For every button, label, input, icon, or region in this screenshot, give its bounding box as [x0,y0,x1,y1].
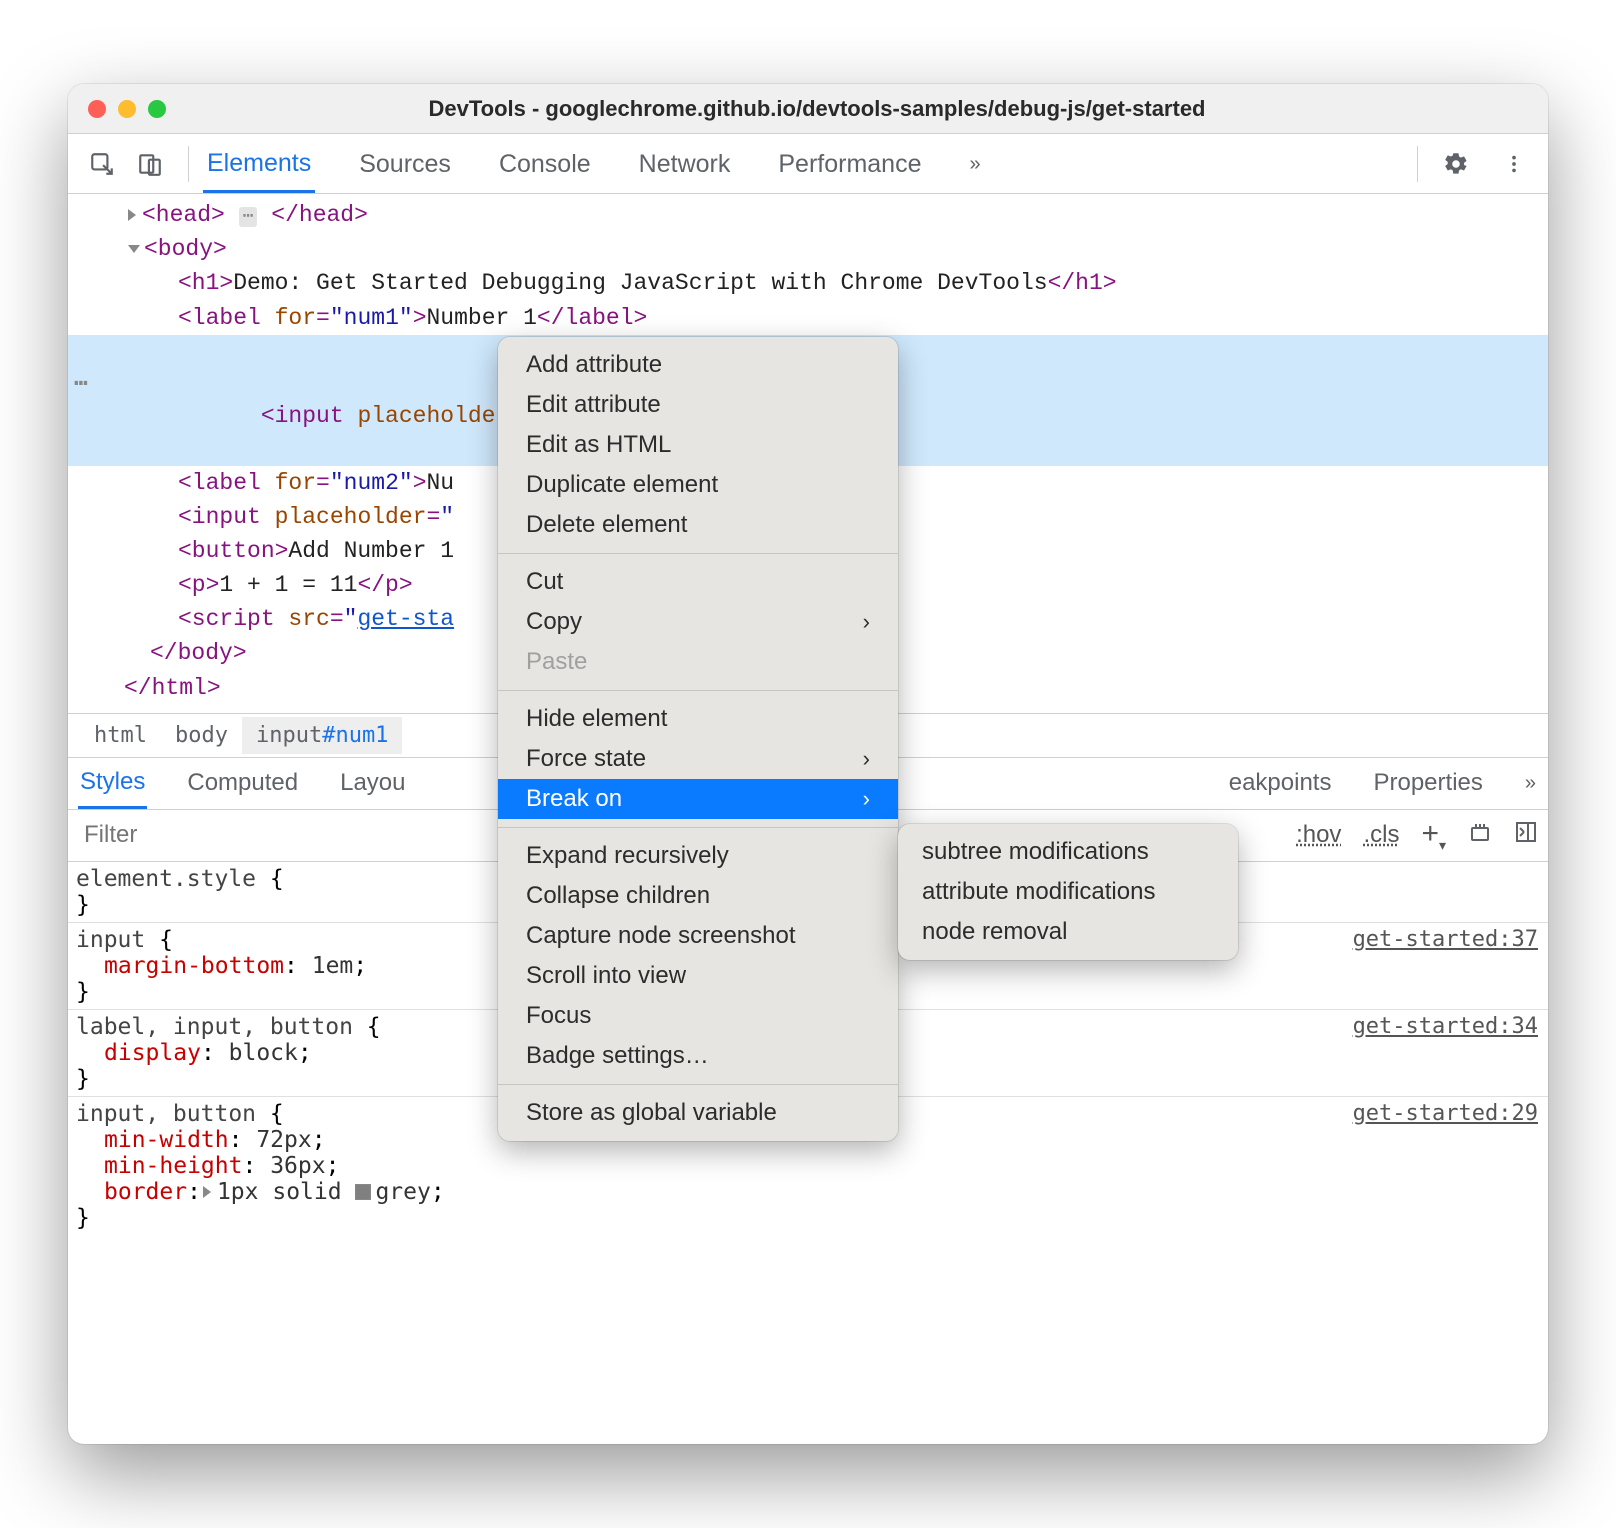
tab-console[interactable]: Console [495,136,595,191]
traffic-lights [88,100,166,118]
crumb-html[interactable]: html [80,717,161,754]
cm-expand-recursively[interactable]: Expand recursively [498,836,898,876]
crumb-body[interactable]: body [161,717,242,754]
tab-elements[interactable]: Elements [203,135,315,193]
cm-separator [498,690,898,691]
cm-collapse-children[interactable]: Collapse children [498,876,898,916]
rule-source-link[interactable]: get-started:37 [1353,927,1538,952]
window-title: DevTools - googlechrome.github.io/devtoo… [166,96,1468,122]
cm-scroll-into-view[interactable]: Scroll into view [498,956,898,996]
chevron-right-icon: › [863,609,870,635]
dom-node-label1[interactable]: <label for="num1">Number 1</label> [68,301,1548,335]
cm-edit-attribute[interactable]: Edit attribute [498,385,898,425]
context-menu: Add attribute Edit attribute Edit as HTM… [498,337,898,1141]
dom-node-h1[interactable]: <h1>Demo: Get Started Debugging JavaScri… [68,266,1548,300]
inspect-element-icon[interactable] [82,144,122,184]
break-on-submenu: subtree modifications attribute modifica… [898,824,1238,960]
cm-copy[interactable]: Copy› [498,602,898,642]
styles-tab-styles[interactable]: Styles [78,758,147,809]
hov-toggle[interactable]: :hov [1296,821,1341,849]
tab-sources[interactable]: Sources [355,136,455,191]
styles-tab-computed[interactable]: Computed [185,759,300,807]
cm-break-on[interactable]: Break on› [498,779,898,819]
more-tabs-icon[interactable]: » [965,139,984,188]
cm-capture-screenshot[interactable]: Capture node screenshot [498,916,898,956]
cm-hide-element[interactable]: Hide element [498,699,898,739]
chevron-right-icon: › [863,746,870,772]
tab-network[interactable]: Network [635,136,735,191]
chevron-right-icon: › [863,786,870,812]
cm-separator [498,827,898,828]
cm-delete-element[interactable]: Delete element [498,505,898,545]
cm-focus[interactable]: Focus [498,996,898,1036]
device-toolbar-icon[interactable] [130,144,170,184]
cm-duplicate-element[interactable]: Duplicate element [498,465,898,505]
styles-tab-breakpoints[interactable]: eakpoints [1227,759,1334,807]
window-close-button[interactable] [88,100,106,118]
devtools-window: DevTools - googlechrome.github.io/devtoo… [68,84,1548,1444]
dom-node-head[interactable]: <head> ⋯ </head> [68,198,1548,232]
new-style-rule-icon[interactable]: +▾ [1421,817,1446,854]
cm-paste: Paste [498,642,898,682]
cm-badge-settings[interactable]: Badge settings… [498,1036,898,1076]
titlebar: DevTools - googlechrome.github.io/devtoo… [68,84,1548,134]
styles-toolbar: :hov .cls +▾ [1296,817,1538,854]
window-minimize-button[interactable] [118,100,136,118]
cm-edit-as-html[interactable]: Edit as HTML [498,425,898,465]
dom-node-body[interactable]: <body> [68,232,1548,266]
sm-attribute-modifications[interactable]: attribute modifications [898,872,1238,912]
toggle-common-rendering-icon[interactable] [1468,820,1492,851]
kebab-menu-icon[interactable] [1494,144,1534,184]
cls-toggle[interactable]: .cls [1363,821,1399,849]
cm-separator [498,1084,898,1085]
sm-subtree-modifications[interactable]: subtree modifications [898,832,1238,872]
toolbar-separator [188,146,189,182]
cm-store-global[interactable]: Store as global variable [498,1093,898,1133]
cm-add-attribute[interactable]: Add attribute [498,345,898,385]
toolbar-separator-right [1417,146,1418,182]
window-maximize-button[interactable] [148,100,166,118]
main-tabs: Elements Sources Console Network Perform… [203,135,1403,193]
sm-node-removal[interactable]: node removal [898,912,1238,952]
crumb-input[interactable]: input#num1 [242,717,402,754]
computed-sidebar-toggle-icon[interactable] [1514,820,1538,851]
tab-performance[interactable]: Performance [774,136,925,191]
cm-cut[interactable]: Cut [498,562,898,602]
selected-node-actions-icon[interactable]: ⋯ [74,368,88,400]
color-swatch-grey[interactable] [355,1184,371,1200]
cm-force-state[interactable]: Force state› [498,739,898,779]
styles-tab-layout[interactable]: Layou [338,759,407,807]
styles-tabs-more-icon[interactable]: » [1523,762,1538,805]
cm-separator [498,553,898,554]
styles-tab-properties[interactable]: Properties [1371,759,1484,807]
rule-source-link[interactable]: get-started:29 [1353,1101,1538,1126]
rule-source-link[interactable]: get-started:34 [1353,1014,1538,1039]
main-toolbar: Elements Sources Console Network Perform… [68,134,1548,194]
settings-icon[interactable] [1436,144,1476,184]
